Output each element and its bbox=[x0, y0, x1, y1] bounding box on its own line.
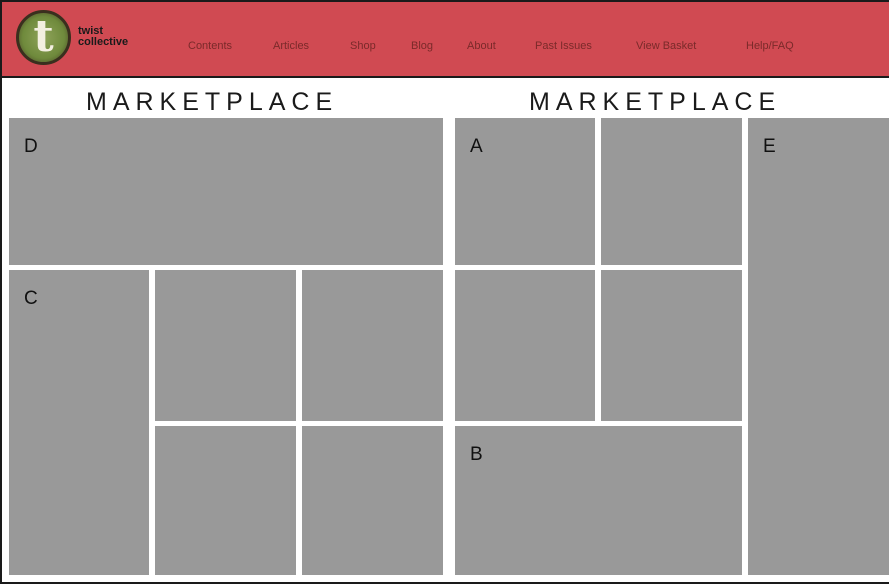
marketplace-heading-right: MARKETPLACE bbox=[529, 88, 782, 116]
ad-slot-c[interactable]: C bbox=[9, 270, 149, 575]
brand-line-2: collective bbox=[78, 36, 129, 48]
ad-slot-small[interactable] bbox=[302, 426, 443, 575]
ad-slot-e[interactable]: E bbox=[748, 118, 889, 575]
slot-label-c: C bbox=[24, 288, 38, 309]
marketplace-heading-left: MARKETPLACE bbox=[86, 88, 339, 116]
nav-past-issues[interactable]: Past Issues bbox=[535, 40, 592, 52]
ad-slot-small[interactable] bbox=[155, 270, 296, 421]
slot-label-a: A bbox=[470, 136, 483, 157]
ad-slot-small[interactable] bbox=[601, 118, 742, 265]
brand-name[interactable]: twist collective bbox=[78, 26, 128, 48]
ad-slot-a[interactable]: A bbox=[455, 118, 595, 265]
ad-slot-small[interactable] bbox=[302, 270, 443, 421]
slot-label-d: D bbox=[24, 136, 38, 157]
nav-help-faq[interactable]: Help/FAQ bbox=[746, 40, 794, 52]
ad-slot-small[interactable] bbox=[155, 426, 296, 575]
slot-label-b: B bbox=[470, 444, 483, 465]
ad-slot-small[interactable] bbox=[455, 270, 595, 421]
nav-about[interactable]: About bbox=[467, 40, 496, 52]
twist-collective-logo-icon[interactable]: t bbox=[16, 10, 71, 65]
ad-slot-d[interactable]: D bbox=[9, 118, 443, 265]
ad-slot-b[interactable]: B bbox=[455, 426, 742, 575]
logo-letter: t bbox=[33, 11, 54, 62]
nav-view-basket[interactable]: View Basket bbox=[636, 40, 696, 52]
nav-contents[interactable]: Contents bbox=[188, 40, 232, 52]
nav-blog[interactable]: Blog bbox=[411, 40, 433, 52]
top-navbar: t twist collective Contents Articles Sho… bbox=[2, 2, 889, 78]
ad-slot-small[interactable] bbox=[601, 270, 742, 421]
nav-shop[interactable]: Shop bbox=[350, 40, 376, 52]
slot-label-e: E bbox=[763, 136, 776, 157]
nav-articles[interactable]: Articles bbox=[273, 40, 309, 52]
